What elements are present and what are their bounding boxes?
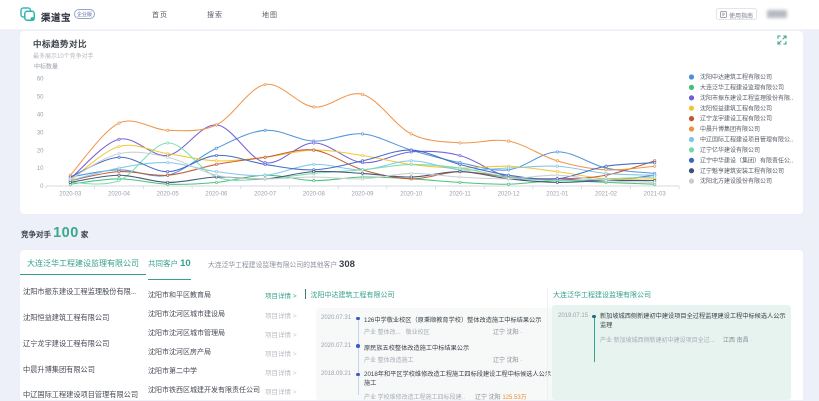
svg-text:辽宁魁亨建筑安装工程有限公司: 辽宁魁亨建筑安装工程有限公司 xyxy=(700,167,784,175)
svg-text:2020-04: 2020-04 xyxy=(108,192,131,198)
svg-text:2021-01: 2021-01 xyxy=(546,192,569,198)
svg-text:大连泛华工程建设监理有限公司: 大连泛华工程建设监理有限公司 xyxy=(700,84,784,92)
svg-text:10: 10 xyxy=(37,166,44,172)
svg-text:2021-03: 2021-03 xyxy=(644,192,667,198)
svg-text:沈阳北方建设股份有限公司: 沈阳北方建设股份有限公司 xyxy=(700,177,772,185)
svg-text:50: 50 xyxy=(37,94,44,100)
svg-text:2020-07: 2020-07 xyxy=(254,192,277,198)
svg-text:中晨升博集团有限公司: 中晨升博集团有限公司 xyxy=(700,125,760,133)
svg-text:中标数量: 中标数量 xyxy=(34,63,58,71)
svg-text:沈阳中达建筑工程有限公司: 沈阳中达建筑工程有限公司 xyxy=(700,73,772,81)
svg-text:30: 30 xyxy=(37,130,44,136)
svg-text:2020-10: 2020-10 xyxy=(400,192,423,198)
svg-text:60: 60 xyxy=(37,76,44,82)
svg-text:2020-06: 2020-06 xyxy=(205,192,228,198)
svg-text:辽宁中华建设（集团）有限责任公..: 辽宁中华建设（集团）有限责任公.. xyxy=(700,156,794,164)
svg-text:2020-05: 2020-05 xyxy=(157,192,180,198)
svg-text:2020-09: 2020-09 xyxy=(351,192,374,198)
svg-text:辽宁龙宇建设工程有限公司: 辽宁龙宇建设工程有限公司 xyxy=(700,115,772,123)
svg-text:辽宁亿华建设有限公司: 辽宁亿华建设有限公司 xyxy=(700,146,760,154)
svg-text:40: 40 xyxy=(37,112,44,118)
svg-text:2020-08: 2020-08 xyxy=(303,192,326,198)
svg-text:2020-11: 2020-11 xyxy=(449,192,471,198)
svg-text:2020-12: 2020-12 xyxy=(498,192,521,198)
svg-text:2020-03: 2020-03 xyxy=(59,192,82,198)
svg-text:2021-02: 2021-02 xyxy=(595,192,618,198)
svg-text:0: 0 xyxy=(40,184,44,190)
svg-text:中辽国际工程建设项目管理有限公..: 中辽国际工程建设项目管理有限公.. xyxy=(700,136,794,144)
svg-text:20: 20 xyxy=(37,148,44,154)
svg-text:沈阳恒益建筑工程有限公司: 沈阳恒益建筑工程有限公司 xyxy=(700,104,772,112)
svg-text:沈阳市振东建设工程监理股份有限..: 沈阳市振东建设工程监理股份有限.. xyxy=(700,94,794,102)
